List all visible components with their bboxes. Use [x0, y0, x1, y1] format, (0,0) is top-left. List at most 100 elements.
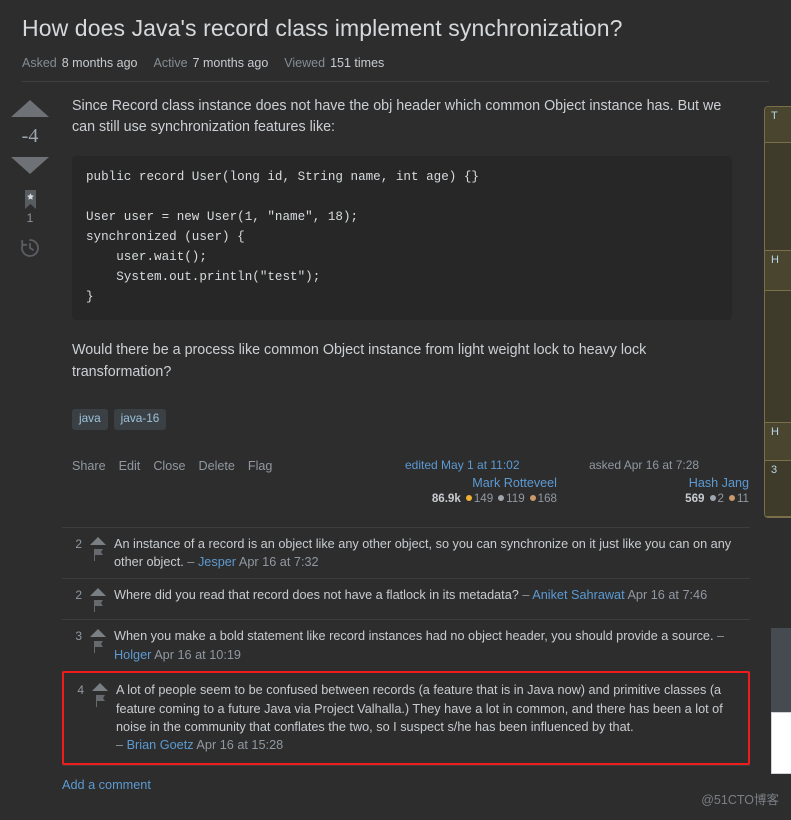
silver-badge-icon	[498, 495, 505, 502]
post-content: Since Record class instance does not hav…	[60, 82, 791, 505]
comment-dash: –	[522, 588, 530, 603]
add-comment-link[interactable]: Add a comment	[62, 778, 151, 792]
bookmark-group[interactable]: 1	[23, 189, 38, 225]
comment-icons	[82, 586, 114, 613]
vote-score: -4	[21, 124, 39, 147]
comment-upvote-icon[interactable]	[90, 629, 106, 638]
comment-date: Apr 16 at 7:46	[627, 588, 708, 603]
tag-java-16[interactable]: java-16	[113, 408, 167, 430]
stat-asked: Asked 8 months ago	[22, 56, 138, 70]
flag-button[interactable]: Flag	[248, 459, 273, 473]
editor-silver-count: 119	[506, 491, 525, 505]
downvote-icon[interactable]	[11, 156, 49, 174]
rail-section-1[interactable]	[765, 143, 791, 251]
flag-icon[interactable]	[93, 548, 104, 561]
asker-rep-value: 569	[685, 491, 705, 505]
close-button[interactable]: Close	[153, 459, 185, 473]
post-paragraph-1: Since Record class instance does not hav…	[72, 97, 722, 136]
post-paragraph-2: Would there be a process like common Obj…	[72, 342, 647, 380]
bookmark-count: 1	[26, 210, 34, 225]
stat-active-label: Active	[153, 55, 188, 70]
rail-section-4[interactable]: H	[765, 423, 791, 461]
stat-viewed-label: Viewed	[284, 55, 326, 70]
comment-author[interactable]: Brian Goetz	[127, 738, 194, 752]
comment-dash: –	[116, 738, 124, 753]
comment-author[interactable]: Jesper	[198, 555, 236, 569]
rail-section-header-text: T	[771, 110, 778, 122]
asker-silver-count: 2	[717, 491, 724, 505]
page-title: How does Java's record class implement s…	[22, 15, 623, 41]
delete-button[interactable]: Delete	[199, 459, 235, 473]
rail-section-header[interactable]: T	[765, 107, 791, 143]
bronze-badge-icon	[728, 495, 735, 502]
comment-score: 3	[75, 629, 82, 644]
edit-button[interactable]: Edit	[119, 459, 141, 473]
rail-section-2[interactable]: H	[765, 251, 791, 291]
asker-reputation: 569 2 11	[589, 492, 749, 505]
question-stats: Asked 8 months ago Active 7 months ago V…	[22, 56, 769, 70]
comment-text: A lot of people seem to be confused betw…	[116, 683, 723, 734]
comment-author[interactable]: Aniket Sahrawat	[532, 588, 624, 602]
comment-score: 2	[75, 588, 82, 603]
rail-section-5-text: 3	[771, 464, 778, 476]
vote-column: -4 1	[0, 82, 60, 505]
edited-time[interactable]: edited May 1 at 11:02	[405, 458, 557, 472]
comment-icons	[82, 627, 114, 654]
comment-body: An instance of a record is an object lik…	[114, 535, 750, 572]
share-button[interactable]: Share	[72, 459, 106, 473]
post-body: -4 1 Since Record class instance does no…	[0, 82, 791, 505]
stat-asked-label: Asked	[22, 55, 57, 70]
asker-bronze-count: 11	[736, 491, 749, 505]
comment-text: When you make a bold statement like reco…	[114, 629, 714, 644]
flag-icon[interactable]	[93, 641, 104, 654]
rail-section-3[interactable]	[765, 291, 791, 423]
comment-score: 4	[77, 683, 84, 698]
comment-score: 2	[75, 536, 82, 551]
post-meta: Share Edit Close Delete Flag edited May …	[72, 458, 791, 505]
rail-section-4-text: H	[771, 426, 779, 438]
silver-badge-icon	[709, 495, 716, 502]
right-sidebar-panel: T H H 3	[764, 106, 791, 518]
upvote-icon[interactable]	[11, 99, 49, 117]
comment-row-highlighted: 4 A lot of people seem to be confused be…	[62, 671, 750, 765]
comment-upvote-icon[interactable]	[92, 683, 108, 692]
flag-icon[interactable]	[93, 600, 104, 613]
comment-row: 2 An instance of a record is an object l…	[62, 526, 750, 579]
right-gray-panel	[771, 628, 791, 718]
stat-viewed: Viewed 151 times	[284, 56, 384, 70]
editor-name[interactable]: Mark Rotteveel	[405, 476, 557, 490]
editor-rep-value: 86.9k	[431, 491, 461, 505]
asker-name[interactable]: Hash Jang	[589, 476, 749, 490]
comment-upvote-icon[interactable]	[90, 536, 106, 545]
comment-date: Apr 16 at 10:19	[154, 647, 241, 662]
stat-active: Active 7 months ago	[154, 56, 269, 70]
comment-body: A lot of people seem to be confused betw…	[116, 681, 740, 755]
comment-date: Apr 16 at 7:32	[238, 554, 319, 569]
stat-viewed-value: 151 times	[330, 55, 385, 70]
comment-icons	[82, 535, 114, 561]
rail-section-5[interactable]: 3	[765, 461, 791, 517]
comment-body: When you make a bold statement like reco…	[114, 627, 750, 664]
history-icon[interactable]	[20, 238, 40, 258]
comment-author[interactable]: Holger	[114, 648, 151, 662]
editor-bronze-count: 168	[537, 491, 557, 505]
tag-java[interactable]: java	[72, 408, 108, 430]
post-actions: Share Edit Close Delete Flag	[72, 458, 272, 473]
comment-dash: –	[187, 554, 195, 569]
bronze-badge-icon	[529, 495, 536, 502]
comment-row: 3 When you make a bold statement like re…	[62, 619, 750, 671]
gold-badge-icon	[465, 495, 472, 502]
question-page: How does Java's record class implement s…	[0, 0, 791, 820]
comment-upvote-icon[interactable]	[90, 588, 106, 597]
comment-date: Apr 16 at 15:28	[196, 738, 284, 753]
comment-body: Where did you read that record does not …	[114, 586, 750, 604]
stat-asked-value: 8 months ago	[61, 55, 138, 70]
flag-icon[interactable]	[95, 695, 106, 708]
right-white-panel	[771, 712, 791, 774]
question-header: How does Java's record class implement s…	[0, 0, 791, 70]
comment-text: Where did you read that record does not …	[114, 588, 519, 603]
comment-icons	[84, 681, 116, 708]
editor-reputation: 86.9k 149 119 168	[405, 492, 557, 505]
user-cards: edited May 1 at 11:02 Mark Rotteveel 86.…	[405, 458, 791, 505]
bookmark-icon[interactable]	[23, 189, 38, 209]
